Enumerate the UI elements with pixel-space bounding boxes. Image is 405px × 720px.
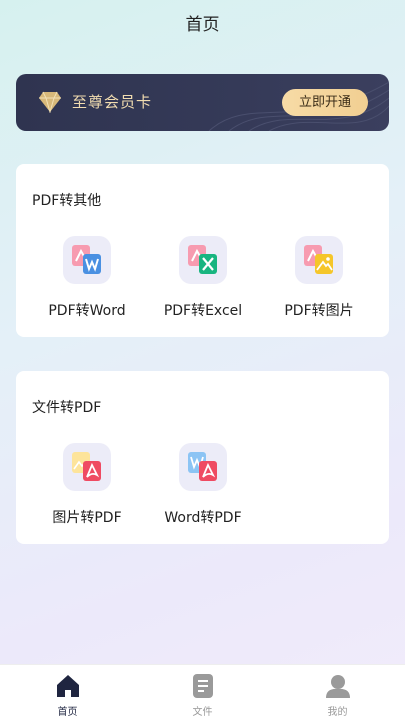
vip-card-label: 至尊会员卡 [72, 93, 153, 111]
tool-label: 图片转PDF [52, 510, 122, 526]
tab-home[interactable]: 首页 [0, 665, 135, 720]
profile-icon [326, 675, 350, 698]
tab-label: 文件 [192, 707, 213, 718]
tool-label: PDF转图片 [284, 303, 354, 319]
tool-label: Word转PDF [164, 510, 242, 526]
pdf-to-excel-tool[interactable]: PDF转Excel [143, 236, 263, 326]
page-title: 首页 [185, 15, 220, 35]
home-icon [57, 675, 79, 697]
pdf-to-image-tool[interactable]: PDF转图片 [259, 236, 379, 326]
tab-files[interactable]: 文件 [135, 665, 270, 720]
tool-label: PDF转Word [48, 303, 126, 319]
pdf-to-word-icon [63, 236, 111, 284]
file-icon [193, 674, 213, 698]
pdf-to-image-icon [295, 236, 343, 284]
image-to-pdf-icon [63, 443, 111, 491]
word-to-pdf-tool[interactable]: Word转PDF [143, 443, 263, 533]
section-title: 文件转PDF [32, 400, 102, 416]
pdf-to-other-section: PDF转其他 PDF转Word PDF转Excel PDF转图片 [16, 164, 389, 337]
tab-label: 我的 [327, 707, 348, 718]
tool-label: PDF转Excel [163, 303, 243, 319]
diamond-icon [39, 91, 61, 113]
section-title: PDF转其他 [32, 193, 102, 209]
word-to-pdf-icon [179, 443, 227, 491]
activate-vip-button[interactable]: 立即开通 [282, 89, 368, 116]
pdf-to-word-tool[interactable]: PDF转Word [27, 236, 147, 326]
tab-label: 首页 [57, 707, 78, 718]
file-to-pdf-section: 文件转PDF 图片转PDF Word转PDF [16, 371, 389, 544]
bottom-tab-bar: 首页 文件 我的 [0, 664, 405, 720]
tab-profile[interactable]: 我的 [270, 665, 405, 720]
vip-banner[interactable]: 至尊会员卡 立即开通 [16, 74, 389, 131]
image-to-pdf-tool[interactable]: 图片转PDF [27, 443, 147, 533]
pdf-to-excel-icon [179, 236, 227, 284]
